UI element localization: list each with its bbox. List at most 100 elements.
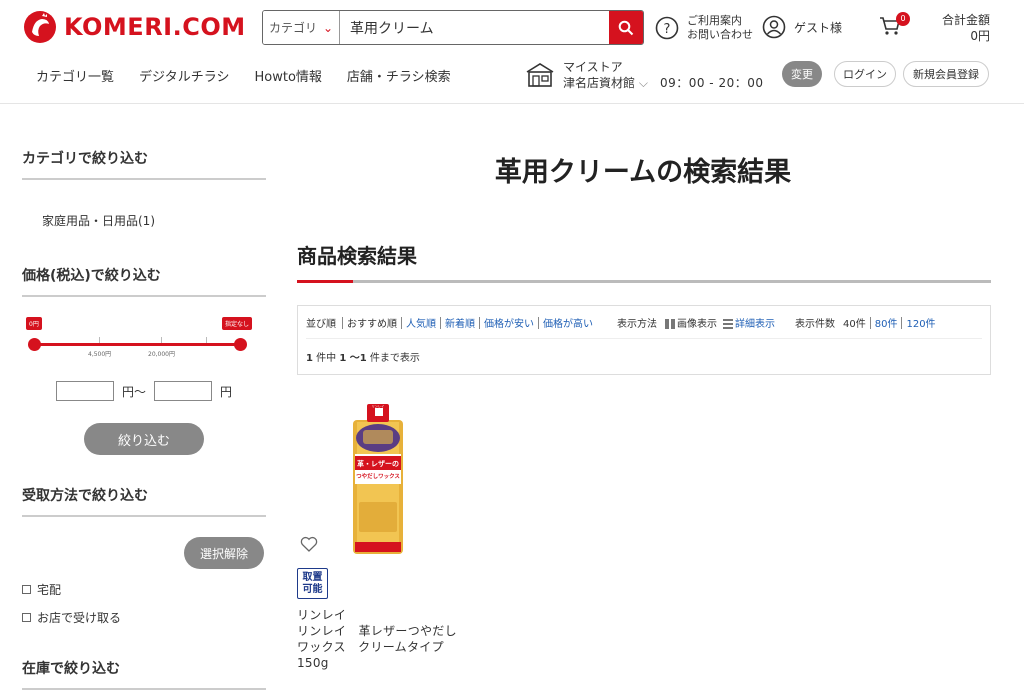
account-link[interactable]: ゲスト様 [762,15,842,39]
display-method-label: 表示方法 [617,319,657,330]
section-divider [297,280,991,283]
sort-newest[interactable]: 新着順 [445,315,475,330]
search-button[interactable] [609,11,643,44]
separator [901,316,903,329]
grid-icon [665,319,675,329]
page-title: 革用クリームの検索結果 [494,157,792,188]
count-120[interactable]: 120件 [906,315,935,330]
stock-filter-heading: 在庫で絞り込む [22,658,266,690]
slider-max-handle[interactable] [234,338,247,351]
price-min-input[interactable] [56,381,114,401]
price-unit-to: 円 [220,384,233,399]
price-unit-from: 円〜 [122,384,147,399]
narrow-down-button[interactable]: 絞り込む [84,423,204,455]
search-bar: カテゴリ ⌄ [262,10,644,45]
detail-view-option[interactable]: 詳細表示 [723,315,775,330]
guest-label: ゲスト様 [794,20,843,35]
sort-label: 並び順 [306,319,336,330]
clear-selection-button[interactable]: 選択解除 [184,537,264,569]
category-filter-item[interactable]: 家庭用品・日用品(1) [22,212,266,229]
product-name-line: ワックス クリームタイプ [297,640,444,654]
slider-min-handle[interactable] [28,338,41,351]
change-store-button[interactable]: 変更 [782,61,822,87]
product-name-line: リンレイ [297,608,347,622]
category-filter-heading: カテゴリで絞り込む [22,148,266,180]
count-80[interactable]: 80件 [875,315,898,330]
sort-popular[interactable]: 人気順 [406,315,436,330]
separator [440,316,441,329]
badge-line2: 可能 [302,584,323,595]
site-header: KOMERI.COM カテゴリ ⌄ ? ご利用案内 お問い合わせ [0,0,1024,104]
pickup-option-label: お店で受け取る [37,611,122,625]
product-name[interactable]: リンレイ リンレイ 革レザーつやだし ワックス クリームタイプ 150g [297,607,467,671]
komeri-logo[interactable]: KOMERI.COM [22,10,246,44]
pickup-filter-heading: 受取方法で絞り込む [22,485,266,517]
checkbox[interactable] [22,585,31,594]
checkbox[interactable] [22,613,31,622]
price-max-input[interactable] [154,381,213,401]
total-label: 合計金額 [941,13,990,27]
help-text: ご利用案内 お問い合わせ [687,14,753,42]
login-button[interactable]: ログイン [834,61,896,87]
product-brand-text: リンレイ [372,405,385,409]
pickup-option-label: 宅配 [37,583,62,597]
result-count: 1 件中 1 〜1 件まで表示 [306,353,420,364]
rooster-logo-icon [24,11,56,43]
cart-total: 合計金額 0円 [942,12,990,44]
price-filter-heading: 価格(税込)で絞り込む [22,265,266,297]
my-store: マイストア 津名店資材館 ⌵ 09：00 - 20：00 [525,58,764,91]
main-nav: カテゴリ一覧 デジタルチラシ Howto情報 店舗・チラシ検索 [36,66,451,85]
pickup-option-delivery[interactable]: 宅配 [22,581,266,598]
sort-price-low[interactable]: 価格が安い [484,315,534,330]
help-line1: ご利用案内 [687,14,742,27]
filter-sidebar: カテゴリで絞り込む 家庭用品・日用品(1) 価格(税込)で絞り込む 0円 指定な… [22,104,266,690]
sort-divider [306,338,982,339]
price-range-inputs: 円〜 円 [56,381,266,401]
product-label-line1: 革・レザーの [357,459,399,468]
nav-digital-flyer[interactable]: デジタルチラシ [139,66,229,85]
sort-row: 並び順 おすすめ順 人気順 新着順 価格が安い 価格が高い 表示方法 画像表示 … [306,315,936,330]
store-line1: マイストア [563,59,623,74]
slider-max-flag: 指定なし [222,317,253,330]
store-line2: 津名店資材館 ⌵ [563,75,648,90]
slider-tick [161,337,162,343]
separator [869,316,871,329]
product-image[interactable]: リンレイ 革・レザーの つやだしワックス [349,402,407,556]
nav-store-search[interactable]: 店舗・チラシ検索 [347,66,451,85]
help-link[interactable]: ? ご利用案内 お問い合わせ [655,14,753,42]
separator [479,316,480,329]
count-label: 表示件数 [795,319,835,330]
svg-text:?: ? [664,22,671,37]
user-icon [762,15,786,39]
store-name[interactable]: マイストア 津名店資材館 ⌵ [563,59,648,91]
slider-tick-label: 20,000円 [148,351,175,358]
nav-howto[interactable]: Howto情報 [255,66,322,85]
store-icon [526,62,554,87]
logo-text: KOMERI.COM [64,13,246,41]
price-slider[interactable]: 0円 指定なし 4,500円 20,000円 [22,311,266,371]
register-button[interactable]: 新規会員登録 [903,61,989,87]
search-icon [618,20,634,35]
sort-recommended[interactable]: おすすめ順 [347,315,397,330]
count-40[interactable]: 40件 [843,315,866,330]
product-name-line: リンレイ 革レザーつやだし [297,624,457,638]
cart-button[interactable]: 0 [878,12,910,42]
slider-track [34,343,240,346]
chevron-down-icon: ⌵ [638,75,648,90]
search-input[interactable] [340,11,609,44]
search-category-select[interactable]: カテゴリ ⌄ [263,11,340,44]
separator [342,316,343,329]
store-hours: 09：00 - 20：00 [659,76,764,90]
pickup-option-store[interactable]: お店で受け取る [22,609,266,626]
product-name-line: 150g [297,656,329,670]
slider-min-flag: 0円 [26,317,42,330]
chevron-down-icon: ⌄ [322,20,334,35]
section-divider-accent [297,280,353,283]
slider-tick [99,337,100,343]
image-view-option[interactable]: 画像表示 [665,315,717,330]
product-label-line2: つやだしワックス [356,472,400,480]
nav-category-list[interactable]: カテゴリ一覧 [36,66,114,85]
slider-tick-label: 4,500円 [88,351,112,358]
sort-price-high[interactable]: 価格が高い [543,315,593,330]
favorite-heart-icon[interactable] [300,536,318,552]
